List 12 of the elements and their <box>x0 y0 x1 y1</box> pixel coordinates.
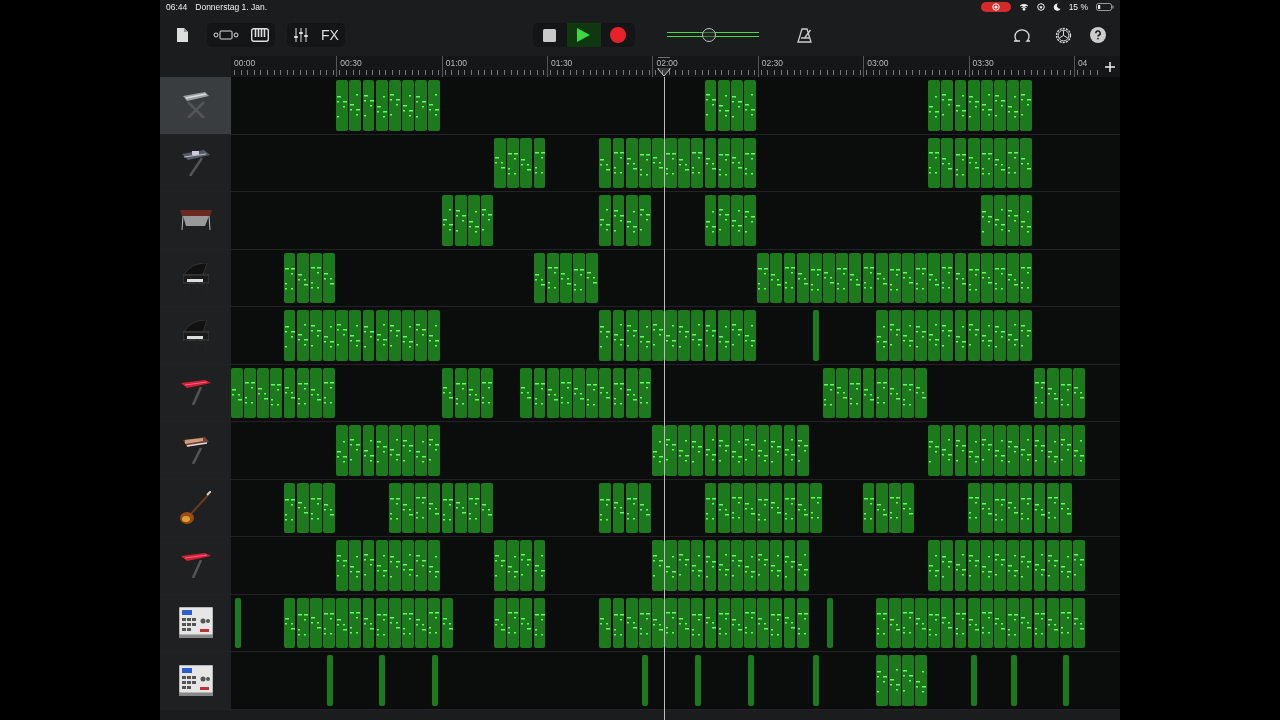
time-label: 04 <box>1077 58 1089 68</box>
date-label: Donnerstag 1. Jan. <box>195 2 268 12</box>
time-label: 00:00 <box>234 58 257 68</box>
time-label: 00:30 <box>340 58 363 68</box>
battery-percentage: 15 % <box>1068 2 1088 12</box>
time-label: 03:00 <box>867 58 890 68</box>
time-label: 02:30 <box>761 58 785 68</box>
time-label: 02:00 <box>656 58 679 68</box>
time-label: 01:30 <box>551 58 574 68</box>
time-label: 01:00 <box>445 58 468 68</box>
time-label: 03:30 <box>972 58 995 68</box>
clock-time: 06:44 <box>166 2 188 12</box>
